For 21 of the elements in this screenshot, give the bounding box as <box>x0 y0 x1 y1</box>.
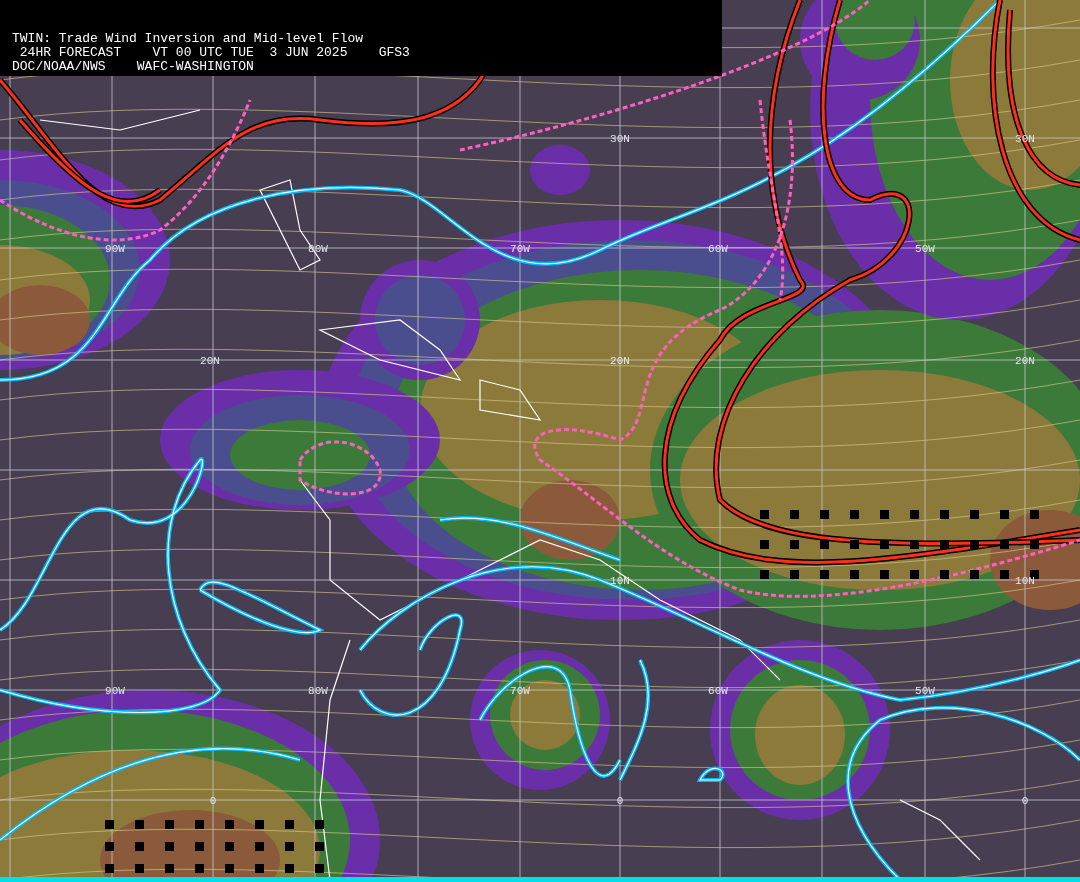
longitude-label: 60W <box>708 685 728 697</box>
latitude-label: 20N <box>200 355 220 367</box>
longitude-label: 90W <box>105 243 125 255</box>
latitude-label: 0 <box>1021 795 1029 807</box>
longitude-label: 80W <box>308 685 328 697</box>
longitude-label: 60W <box>708 243 728 255</box>
header-line: DOC/NOAA/NWS WAFC-WASHINGTON <box>12 60 255 74</box>
latitude-label: 10N <box>610 575 630 587</box>
longitude-label: 50W <box>915 685 935 697</box>
longitude-label: 50W <box>915 243 935 255</box>
longitude-label: 70W <box>510 243 530 255</box>
longitude-label: 70W <box>510 685 530 697</box>
latitude-label: 30N <box>610 133 630 145</box>
latitude-label: 0 <box>616 795 624 807</box>
latitude-label: 20N <box>1015 355 1035 367</box>
longitude-label: 90W <box>105 685 125 697</box>
latitude-label: 0 <box>209 795 217 807</box>
header-line: TWIN: Trade Wind Inversion and Mid-level Flow <box>12 32 365 46</box>
latitude-label: 10N <box>1015 575 1035 587</box>
latitude-label: 20N <box>610 355 630 367</box>
header-line: 24HR FORECAST VT 00 UTC TUE 3 JUN 2025 GFS3 <box>18 46 411 60</box>
